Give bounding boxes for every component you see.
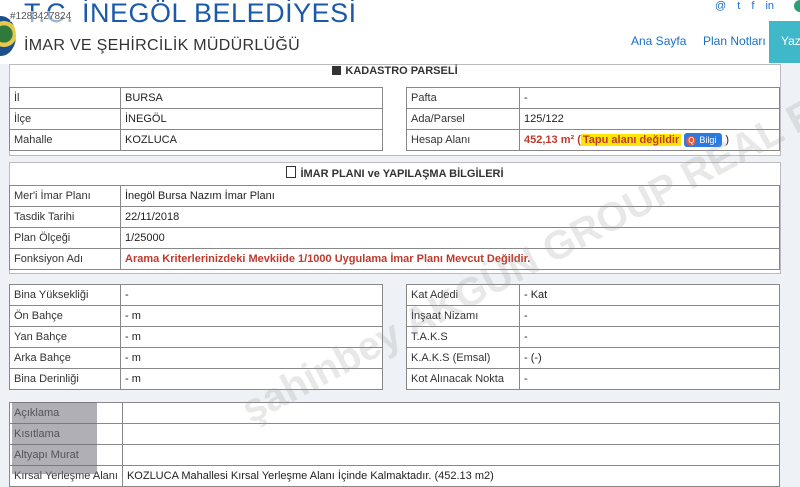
hesap-alani-cell: 452,13 m² (Tapu alanı değildir Q Bilgi ): [519, 129, 780, 151]
site-title[interactable]: T.C. İNEGÖL BELEDİYESİ: [24, 0, 357, 29]
table-row: Ön Bahçe - m: [9, 305, 383, 327]
table-row: Açıklama: [9, 402, 781, 424]
table-row: Kırsal Yerleşme Alanı KOZLUCA Mahallesi K…: [9, 465, 781, 487]
cell-label: Ön Bahçe: [9, 305, 121, 327]
area-value: 452,13 m²: [524, 134, 575, 146]
table-row: Fonksiyon Adı Arama Kriterlerinizdeki Mev…: [9, 248, 780, 270]
table-row: Kat Adedi - Kat: [406, 284, 780, 306]
kadastro-left-table: İl BURSA İlçe İNEGÖL Mahalle KOZLUCA: [9, 87, 383, 151]
document-icon: [286, 166, 297, 178]
imar-table: Mer'i İmar Planı İnegöl Bursa Nazım İmar …: [9, 185, 780, 270]
nav-plan-notlari[interactable]: Plan Notları: [703, 34, 766, 48]
table-row: Bina Yüksekliği -: [9, 284, 383, 306]
cell-value: -: [519, 87, 780, 109]
cell-label: Tasdik Tarihi: [9, 206, 121, 228]
table-row: Kısıtlama: [9, 423, 781, 445]
cell-value: - m: [120, 326, 383, 348]
cell-value: İNEGÖL: [120, 108, 383, 130]
cell-label: Arka Bahçe: [9, 347, 121, 369]
email-icon[interactable]: @: [715, 0, 726, 12]
cell-label: Kot Alınacak Nokta: [406, 368, 520, 390]
table-row: K.A.K.S (Emsal) - (-): [406, 347, 780, 369]
cell-label: Ada/Parsel: [406, 108, 520, 130]
table-row: Ada/Parsel 125/122: [406, 108, 780, 130]
cell-label: Mahalle: [9, 129, 121, 151]
cell-value: - m: [120, 305, 383, 327]
cell-label: Mer'i İmar Planı: [9, 185, 121, 207]
table-row: Pafta -: [406, 87, 780, 109]
cell-value: İnegöl Bursa Nazım İmar Planı: [120, 185, 780, 207]
cell-value: [121, 402, 781, 424]
cell-value: BURSA: [120, 87, 383, 109]
table-row: Tasdik Tarihi 22/11/2018: [9, 206, 780, 228]
accessibility-icon[interactable]: [794, 0, 800, 12]
twitter-icon[interactable]: t: [737, 0, 740, 12]
cell-label: K.A.K.S (Emsal): [406, 347, 520, 369]
cell-value: -: [519, 305, 780, 327]
kadastro-title: KADASTRO PARSELİ: [10, 63, 780, 79]
table-row: Yan Bahçe - m: [9, 326, 383, 348]
cell-value: KOZLUCA Mahallesi Kırsal Yerleşme Alanı …: [121, 465, 781, 487]
cell-label: İl: [9, 87, 121, 109]
nav-ana-sayfa[interactable]: Ana Sayfa: [631, 34, 686, 48]
cell-value: [121, 444, 781, 466]
municipality-logo-icon[interactable]: [0, 16, 16, 56]
table-row: Arka Bahçe - m: [9, 347, 383, 369]
notes-table: Açıklama Kısıtlama Altyapı Murat Kırsal …: [9, 402, 781, 487]
cell-label: Plan Ölçeği: [9, 227, 121, 249]
table-row: Altyapı Murat: [9, 444, 781, 466]
cell-label: Bina Derinliği: [9, 368, 121, 390]
facebook-icon[interactable]: f: [751, 0, 754, 12]
cell-label: Yan Bahçe: [9, 326, 121, 348]
linkedin-icon[interactable]: in: [765, 0, 774, 12]
table-row: Bina Derinliği - m: [9, 368, 383, 390]
table-row: Plan Ölçeği 1/25000: [9, 227, 780, 249]
imar-title: İMAR PLANI ve YAPILAŞMA BİLGİLERİ: [10, 165, 780, 183]
social-links: @ t f in: [707, 0, 774, 12]
cell-label: Hesap Alanı: [406, 129, 520, 151]
cell-value: 1/25000: [120, 227, 780, 249]
cell-value: -: [519, 326, 780, 348]
cell-value: -: [519, 368, 780, 390]
cell-label: İnşaat Nizamı: [406, 305, 520, 327]
cell-value: KOZLUCA: [120, 129, 383, 151]
cell-value: [121, 423, 781, 445]
cell-label: Bina Yüksekliği: [9, 284, 121, 306]
site-header: T.C. İNEGÖL BELEDİYESİ #1283427824 İMAR …: [0, 0, 800, 64]
info-icon: Q: [686, 136, 697, 146]
yapi-left-table: Bina Yüksekliği - Ön Bahçe - m Yan Bahçe - …: [9, 284, 383, 390]
yapi-right-table: Kat Adedi - Kat İnşaat Nizamı - T.A.K.S - K…: [406, 284, 780, 390]
table-row: Kot Alınacak Nokta -: [406, 368, 780, 390]
table-row: Mer'i İmar Planı İnegöl Bursa Nazım İmar …: [9, 185, 780, 207]
tapu-warning: Tapu alanı değildir: [580, 134, 682, 146]
fonksiyon-warning: Arama Kriterlerinizdeki Mevkiide 1/1000 …: [120, 248, 780, 270]
table-row: İnşaat Nizamı -: [406, 305, 780, 327]
cell-value: 125/122: [519, 108, 780, 130]
note-close: ): [725, 134, 730, 146]
kadastro-right-table: Pafta - Ada/Parsel 125/122 Hesap Alanı 452…: [406, 87, 780, 151]
agency-logo-overlay: [12, 402, 97, 474]
cell-value: -: [120, 284, 383, 306]
nav-yazi[interactable]: Yazı: [769, 21, 800, 63]
cell-value: - (-): [519, 347, 780, 369]
table-row: Hesap Alanı 452,13 m² (Tapu alanı değild…: [406, 129, 780, 151]
table-row: İlçe İNEGÖL: [9, 108, 383, 130]
table-row: T.A.K.S -: [406, 326, 780, 348]
cell-value: - Kat: [519, 284, 780, 306]
cell-label: İlçe: [9, 108, 121, 130]
cell-label: T.A.K.S: [406, 326, 520, 348]
table-row: Mahalle KOZLUCA: [9, 129, 383, 151]
cell-label: Kat Adedi: [406, 284, 520, 306]
cell-value: - m: [120, 347, 383, 369]
cell-label: Fonksiyon Adı: [9, 248, 121, 270]
cell-value: 22/11/2018: [120, 206, 780, 228]
grid-icon: [332, 66, 342, 75]
table-row: İl BURSA: [9, 87, 383, 109]
bilgi-button[interactable]: Q Bilgi: [684, 133, 723, 147]
cell-value: - m: [120, 368, 383, 390]
site-subtitle: İMAR VE ŞEHİRCİLİK MÜDÜRLÜĞÜ: [24, 37, 300, 54]
cell-label: Pafta: [406, 87, 520, 109]
photo-id-overlay: #1283427824: [10, 11, 72, 22]
